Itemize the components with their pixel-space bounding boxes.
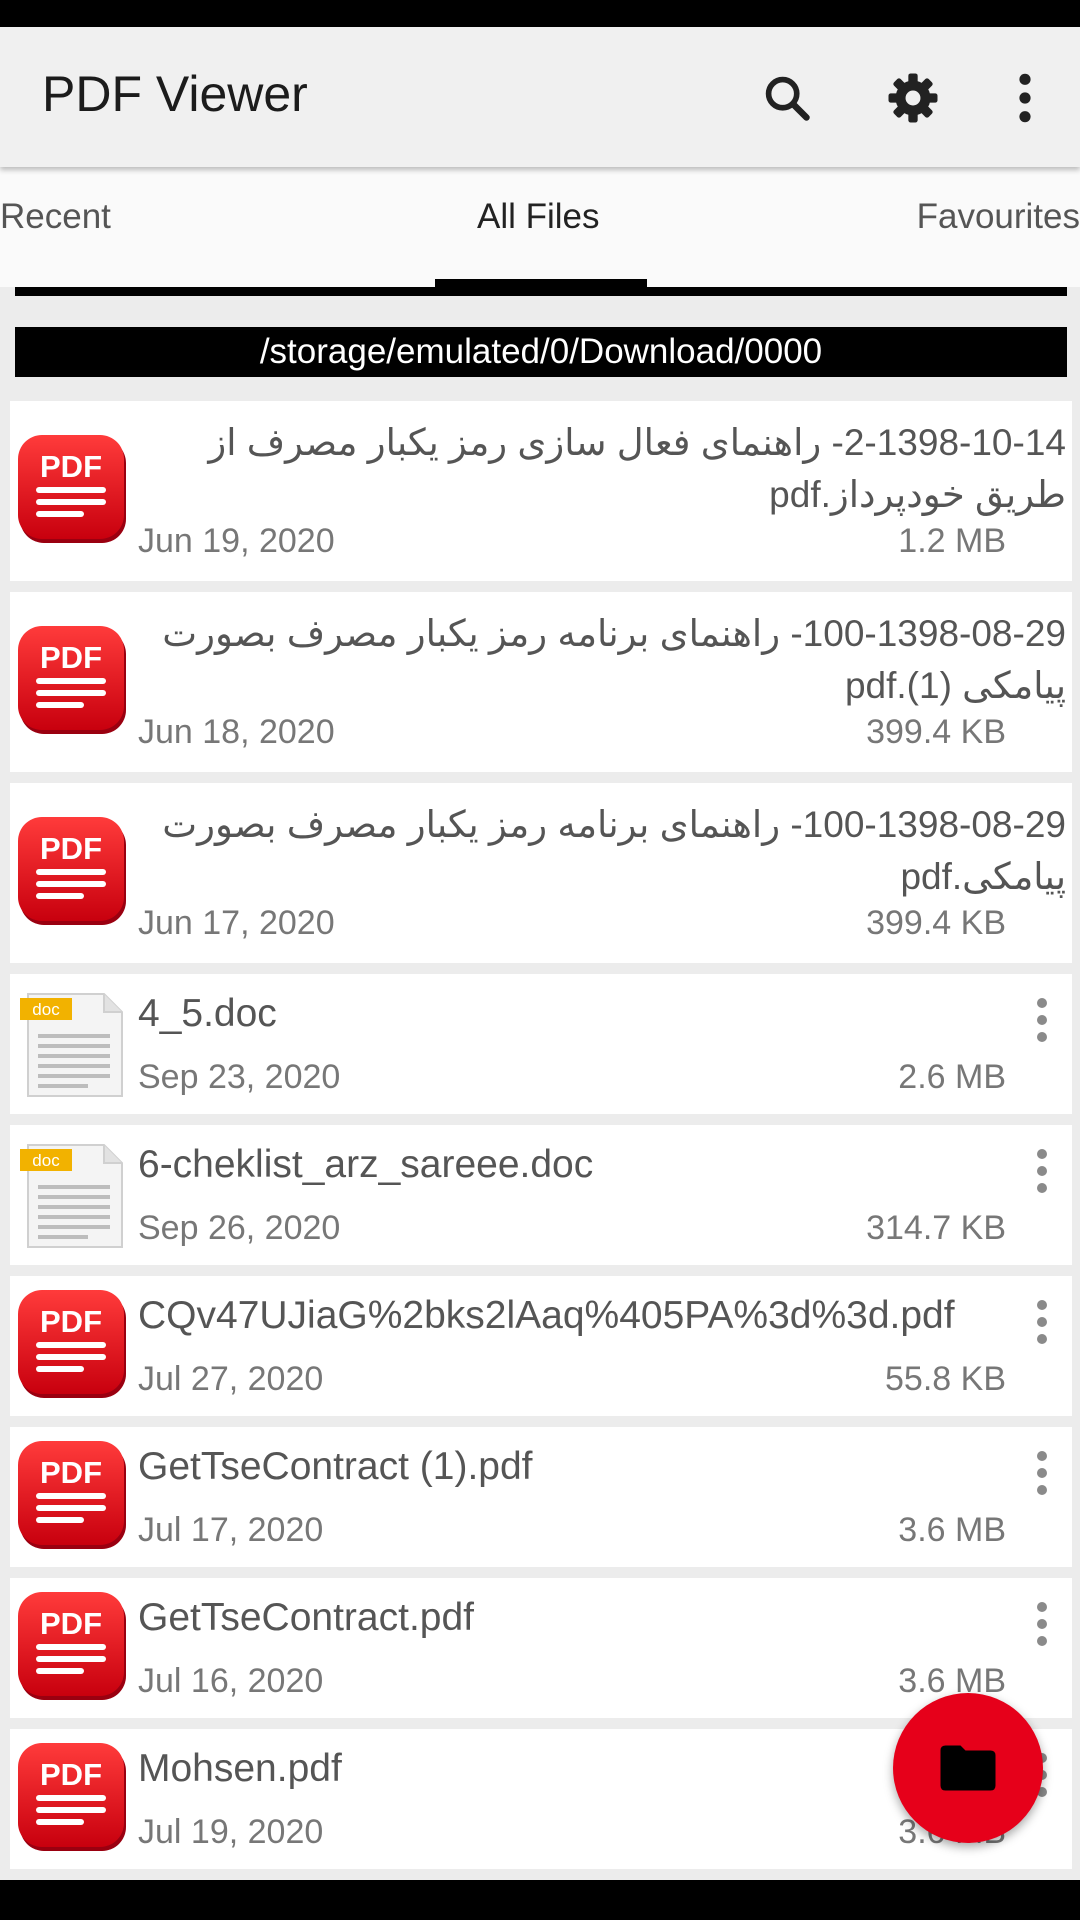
file-date: Jul 16, 2020 — [138, 1662, 324, 1700]
header-strip — [15, 287, 1067, 296]
gear-icon — [888, 73, 938, 123]
current-path: /storage/emulated/0/Download/0000 — [15, 327, 1067, 377]
doc-file-icon: doc — [20, 993, 123, 1097]
list-item[interactable]: doc 4_5.doc Sep 23, 2020 2.6 MB — [10, 974, 1072, 1114]
tab-bar: Recent All Files Favourites — [0, 167, 1080, 287]
file-date: Jul 19, 2020 — [138, 1813, 324, 1851]
file-date: Jun 19, 2020 — [138, 522, 335, 560]
svg-text:PDF: PDF — [40, 1304, 102, 1339]
item-more-button[interactable] — [1032, 1602, 1052, 1652]
navigation-bar — [0, 1880, 1080, 1920]
search-icon — [765, 76, 810, 121]
pdf-file-icon: PDF — [18, 435, 126, 543]
pdf-file-icon: PDF — [18, 1592, 126, 1700]
status-bar — [0, 0, 1080, 27]
file-date: Sep 23, 2020 — [138, 1058, 341, 1096]
tab-all-files[interactable]: All Files — [477, 197, 600, 237]
overflow-menu-button[interactable] — [990, 63, 1060, 133]
file-name: 6-cheklist_arz_sareee.doc — [138, 1143, 594, 1186]
svg-text:PDF: PDF — [40, 1606, 102, 1641]
list-item[interactable]: PDF 100-1398-08-29- راهنمای برنامه رمز ی… — [10, 783, 1072, 963]
doc-file-icon: doc — [20, 1144, 123, 1248]
file-name: 4_5.doc — [138, 992, 277, 1035]
file-name: Mohsen.pdf — [138, 1747, 342, 1790]
svg-text:doc: doc — [32, 1000, 60, 1019]
file-list: PDF 2-1398-10-14- راهنمای فعال سازی رمز … — [10, 401, 1072, 1880]
file-size: 399.4 KB — [866, 904, 1006, 942]
svg-text:doc: doc — [32, 1151, 60, 1170]
file-name: GetTseContract (1).pdf — [138, 1445, 533, 1488]
file-name: GetTseContract.pdf — [138, 1596, 474, 1639]
list-item[interactable]: PDF GetTseContract (1).pdf Jul 17, 2020 … — [10, 1427, 1072, 1567]
folder-icon — [940, 1745, 996, 1791]
file-size: 55.8 KB — [885, 1360, 1006, 1398]
pdf-file-icon: PDF — [18, 1290, 126, 1398]
tab-recent[interactable]: Recent — [0, 197, 111, 237]
file-date: Jul 27, 2020 — [138, 1360, 324, 1398]
file-name: 100-1398-08-29- راهنمای برنامه رمز یکبار… — [162, 804, 1066, 897]
file-date: Sep 26, 2020 — [138, 1209, 341, 1247]
item-more-button[interactable] — [1032, 998, 1052, 1048]
tab-favourites[interactable]: Favourites — [917, 197, 1080, 237]
list-item[interactable]: doc 6-cheklist_arz_sareee.doc Sep 26, 20… — [10, 1125, 1072, 1265]
file-name: 2-1398-10-14- راهنمای فعال سازی رمز یکبا… — [208, 422, 1066, 515]
list-item[interactable]: PDF GetTseContract.pdf Jul 16, 2020 3.6 … — [10, 1578, 1072, 1718]
svg-text:PDF: PDF — [40, 449, 102, 484]
file-size: 3.6 MB — [898, 1511, 1006, 1549]
file-date: Jun 18, 2020 — [138, 713, 335, 751]
file-size: 2.6 MB — [898, 1058, 1006, 1096]
list-item[interactable]: PDF CQv47UJiaG%2bks2lAaq%405PA%3d%3d.pdf… — [10, 1276, 1072, 1416]
file-name: 100-1398-08-29- راهنمای برنامه رمز یکبار… — [162, 613, 1066, 706]
file-date: Jul 17, 2020 — [138, 1511, 324, 1549]
pdf-file-icon: PDF — [18, 1743, 126, 1851]
search-button[interactable] — [752, 63, 822, 133]
file-size: 399.4 KB — [866, 713, 1006, 751]
svg-text:PDF: PDF — [40, 640, 102, 675]
svg-text:PDF: PDF — [40, 1757, 102, 1792]
item-more-button[interactable] — [1032, 1451, 1052, 1501]
pdf-file-icon: PDF — [18, 1441, 126, 1549]
file-name: CQv47UJiaG%2bks2lAaq%405PA%3d%3d.pdf — [138, 1294, 955, 1337]
settings-button[interactable] — [878, 63, 948, 133]
file-date: Jun 17, 2020 — [138, 904, 335, 942]
tab-indicator — [435, 279, 647, 287]
item-more-button[interactable] — [1032, 1300, 1052, 1350]
item-more-button[interactable] — [1032, 1149, 1052, 1199]
app-title: PDF Viewer — [42, 66, 308, 122]
pdf-file-icon: PDF — [18, 626, 126, 734]
more-vertical-icon — [1019, 73, 1031, 123]
pdf-file-icon: PDF — [18, 817, 126, 925]
svg-text:PDF: PDF — [40, 1455, 102, 1490]
file-size: 1.2 MB — [898, 522, 1006, 560]
list-item[interactable]: PDF 2-1398-10-14- راهنمای فعال سازی رمز … — [10, 401, 1072, 581]
open-folder-fab[interactable] — [893, 1693, 1043, 1843]
list-item[interactable]: PDF 100-1398-08-29- راهنمای برنامه رمز ی… — [10, 592, 1072, 772]
app-bar: PDF Viewer — [0, 27, 1080, 167]
file-browser[interactable]: /storage/emulated/0/Download/0000 PDF 2-… — [0, 287, 1080, 1880]
svg-text:PDF: PDF — [40, 831, 102, 866]
file-size: 314.7 KB — [866, 1209, 1006, 1247]
